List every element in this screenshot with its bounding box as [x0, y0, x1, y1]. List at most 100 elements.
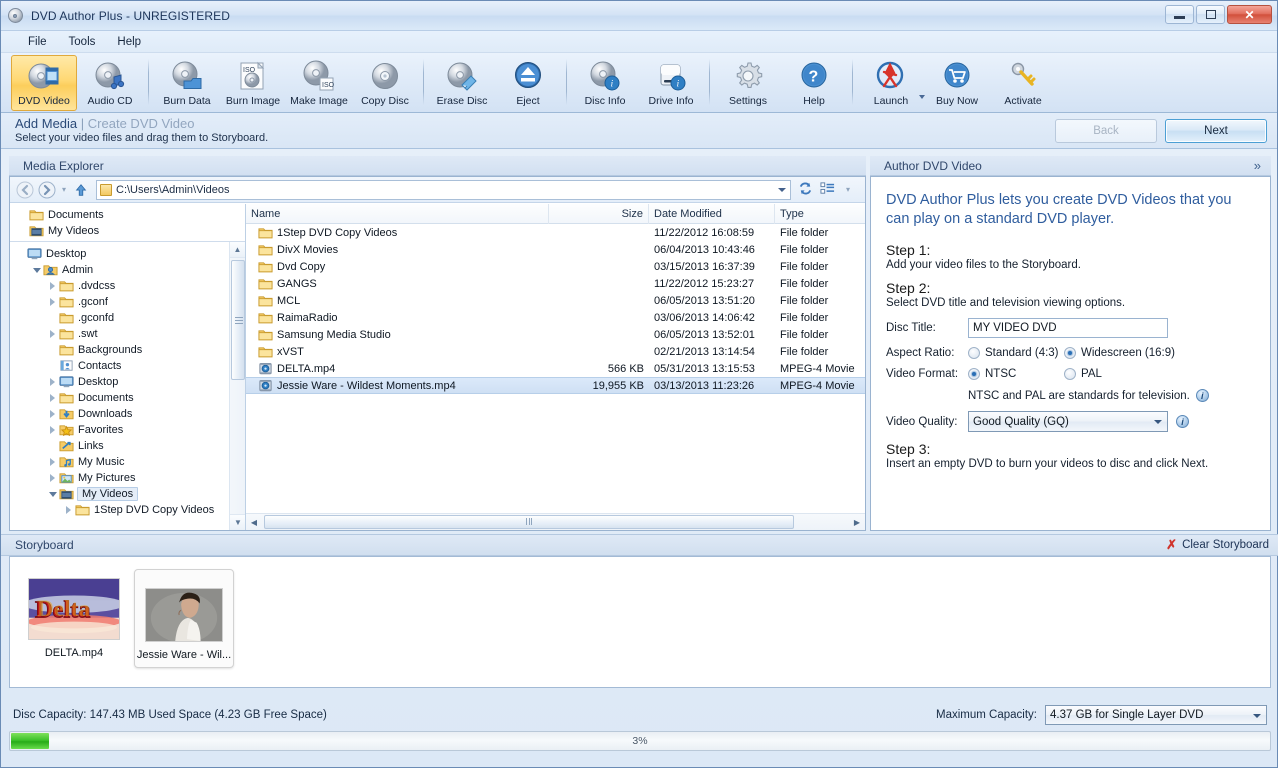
toolbar-button-drive-info[interactable]: i Drive Info	[638, 55, 704, 111]
info-icon[interactable]: i	[1196, 389, 1209, 402]
up-folder-icon[interactable]	[70, 183, 92, 197]
tree-item[interactable]: My Pictures	[14, 470, 245, 486]
tree-item[interactable]: My Music	[14, 454, 245, 470]
toolbar-button-dvd-video[interactable]: DVD Video	[11, 55, 77, 111]
format-radio-pal[interactable]: PAL	[1064, 368, 1102, 380]
table-row[interactable]: GANGS11/22/2012 15:23:27File folder	[246, 275, 865, 292]
tree-item[interactable]: Downloads	[14, 406, 245, 422]
history-dropdown-icon[interactable]: ▾	[58, 185, 70, 194]
tree-item[interactable]: 1Step DVD Copy Videos	[14, 502, 245, 518]
column-header-date-modified[interactable]: Date Modified	[649, 204, 775, 224]
tree-item[interactable]: My Videos	[14, 486, 245, 502]
column-header-type[interactable]: Type	[775, 204, 865, 224]
forward-nav-icon[interactable]	[37, 180, 57, 200]
toolbar-button-eject[interactable]: Eject	[495, 55, 561, 111]
menu-item-tools[interactable]: Tools	[58, 33, 107, 51]
tree-item[interactable]: Contacts	[14, 358, 245, 374]
hscroll-track[interactable]	[262, 515, 849, 530]
aspect-radio-standard[interactable]: Standard (4:3)	[968, 347, 1064, 359]
column-header-size[interactable]: Size	[549, 204, 649, 224]
chevron-right-icon[interactable]	[46, 474, 59, 482]
chevron-right-icon[interactable]	[46, 378, 59, 386]
table-row[interactable]: xVST02/21/2013 13:14:54File folder	[246, 343, 865, 360]
view-mode-icon[interactable]	[820, 181, 835, 199]
file-list-rows[interactable]: 1Step DVD Copy Videos11/22/2012 16:08:59…	[246, 224, 865, 530]
chevron-right-icon[interactable]	[46, 282, 59, 290]
tree-item[interactable]: .gconfd	[14, 310, 245, 326]
table-row[interactable]: 1Step DVD Copy Videos11/22/2012 16:08:59…	[246, 224, 865, 241]
disc-title-input[interactable]: MY VIDEO DVD	[968, 318, 1168, 338]
toolbar-button-audio-cd[interactable]: Audio CD	[77, 55, 143, 111]
storyboard-items[interactable]: Delta Delta DELTA.mp4	[9, 556, 1271, 688]
tree-item[interactable]: .swt	[14, 326, 245, 342]
tree-item[interactable]: Documents	[14, 390, 245, 406]
chevron-down-icon[interactable]	[919, 95, 925, 99]
chevron-right-icon[interactable]	[46, 330, 59, 338]
file-list-horizontal-scrollbar[interactable]: ◀ ▶	[246, 513, 865, 530]
tree-item[interactable]: .dvdcss	[14, 278, 245, 294]
toolbar-button-help[interactable]: ? Help	[781, 55, 847, 111]
toolbar-button-settings[interactable]: Settings	[715, 55, 781, 111]
menu-item-help[interactable]: Help	[106, 33, 152, 51]
toolbar-button-make-image[interactable]: ISO Make Image	[286, 55, 352, 111]
toolbar-button-activate[interactable]: Activate	[990, 55, 1056, 111]
chevron-right-icon[interactable]	[46, 298, 59, 306]
tree-item[interactable]: Admin	[14, 262, 245, 278]
close-icon[interactable]: ✕	[1227, 5, 1272, 24]
chevron-down-icon[interactable]	[1149, 413, 1166, 430]
tree-item[interactable]: Desktop	[14, 374, 245, 390]
info-icon[interactable]: i	[1176, 415, 1189, 428]
chevron-down-icon[interactable]	[1248, 707, 1265, 724]
favorite-item-documents[interactable]: Documents	[16, 207, 245, 223]
chevron-right-icon[interactable]	[62, 506, 75, 514]
maximize-icon[interactable]	[1196, 5, 1225, 24]
clear-storyboard-button[interactable]: ✗ Clear Storyboard	[1166, 537, 1269, 553]
chevron-right-icon[interactable]	[46, 458, 59, 466]
menu-item-file[interactable]: File	[17, 33, 58, 51]
favorite-item-my-videos[interactable]: My Videos	[16, 223, 245, 239]
scroll-left-arrow-icon[interactable]: ◀	[246, 518, 262, 527]
back-nav-icon[interactable]	[15, 180, 35, 200]
toolbar-button-launch[interactable]: Launch	[858, 55, 924, 111]
format-radio-ntsc[interactable]: NTSC	[968, 368, 1064, 380]
toolbar-button-burn-image[interactable]: ISO Burn Image	[220, 55, 286, 111]
tree-item[interactable]: Links	[14, 438, 245, 454]
max-capacity-select[interactable]: 4.37 GB for Single Layer DVD	[1045, 705, 1267, 725]
storyboard-item[interactable]: Jessie Ware - Wil...	[134, 569, 234, 668]
chevron-down-icon[interactable]	[46, 492, 59, 497]
column-header-name[interactable]: Name	[246, 204, 549, 224]
toolbar-button-copy-disc[interactable]: Copy Disc	[352, 55, 418, 111]
view-mode-dropdown-icon[interactable]: ▾	[842, 185, 854, 194]
table-row[interactable]: RaimaRadio03/06/2013 14:06:42File folder	[246, 309, 865, 326]
table-row[interactable]: MCL06/05/2013 13:51:20File folder	[246, 292, 865, 309]
tree-item[interactable]: Backgrounds	[14, 342, 245, 358]
minimize-icon[interactable]	[1165, 5, 1194, 24]
tree-vertical-scrollbar[interactable]: ▲ ▼	[229, 242, 245, 530]
chevron-down-icon[interactable]	[778, 188, 786, 192]
toolbar-button-buy-now[interactable]: Buy Now	[924, 55, 990, 111]
tree-item[interactable]: Favorites	[14, 422, 245, 438]
scroll-thumb[interactable]	[231, 260, 245, 380]
toolbar-button-burn-data[interactable]: Burn Data	[154, 55, 220, 111]
address-input[interactable]: C:\Users\Admin\Videos	[96, 180, 791, 200]
aspect-radio-widescreen[interactable]: Widescreen (16:9)	[1064, 347, 1175, 359]
hscroll-thumb[interactable]	[264, 515, 794, 529]
storyboard-item[interactable]: Delta Delta DELTA.mp4	[24, 569, 124, 666]
table-row[interactable]: DivX Movies06/04/2013 10:43:46File folde…	[246, 241, 865, 258]
refresh-icon[interactable]	[798, 181, 813, 199]
chevron-right-double-icon[interactable]: »	[1254, 158, 1261, 173]
folder-tree[interactable]: Desktop Admin.dvdcss.gconf.gconfd.swtBack…	[10, 242, 245, 530]
chevron-down-icon[interactable]	[30, 268, 43, 273]
scroll-up-arrow-icon[interactable]: ▲	[230, 242, 245, 258]
chevron-right-icon[interactable]	[46, 410, 59, 418]
back-button[interactable]: Back	[1055, 119, 1157, 143]
tree-item[interactable]: .gconf	[14, 294, 245, 310]
scroll-down-arrow-icon[interactable]: ▼	[230, 514, 245, 530]
table-row[interactable]: Jessie Ware - Wildest Moments.mp419,955 …	[246, 377, 865, 394]
next-button[interactable]: Next	[1165, 119, 1267, 143]
toolbar-button-disc-info[interactable]: i Disc Info	[572, 55, 638, 111]
video-quality-select[interactable]: Good Quality (GQ)	[968, 411, 1168, 432]
chevron-right-icon[interactable]	[46, 394, 59, 402]
toolbar-button-erase-disc[interactable]: Erase Disc	[429, 55, 495, 111]
table-row[interactable]: DELTA.mp4566 KB05/31/2013 13:15:53MPEG-4…	[246, 360, 865, 377]
